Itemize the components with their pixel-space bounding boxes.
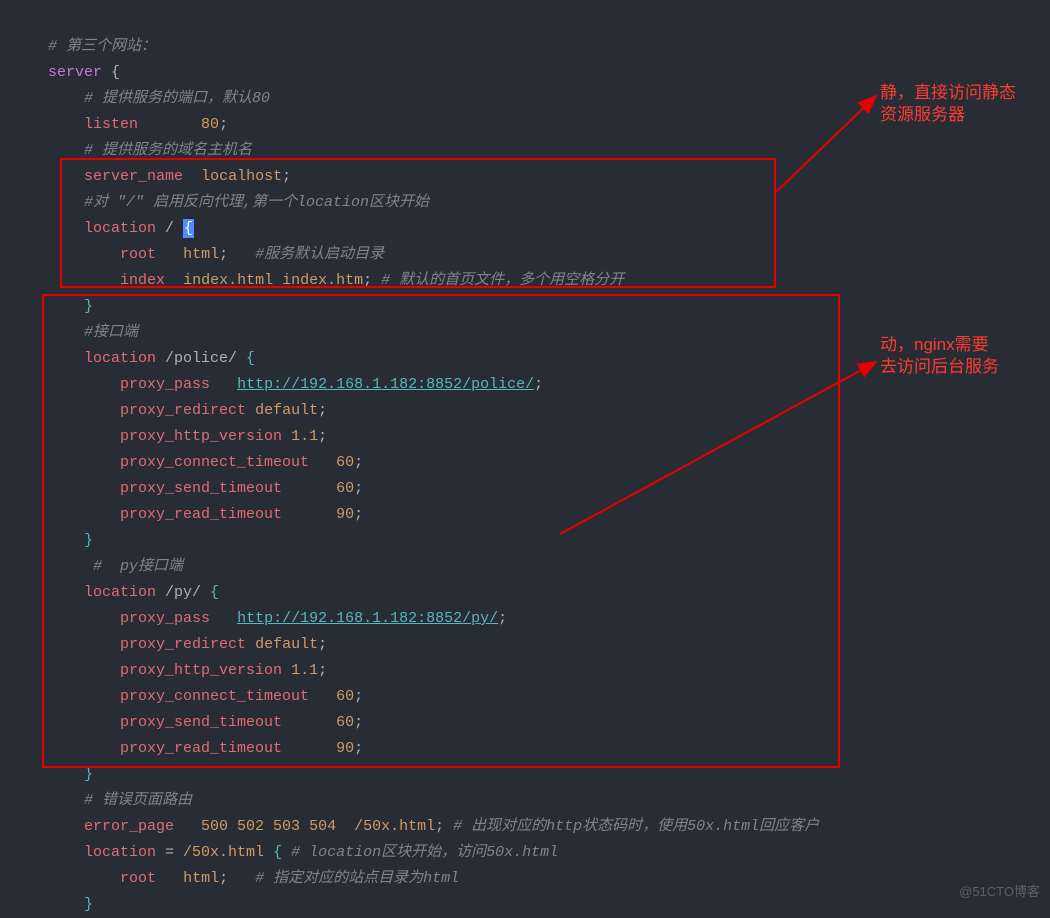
comment: # py接口端 <box>93 558 183 575</box>
nginx-config-code: # 第三个网站： server { # 提供服务的端口，默认80 listen … <box>0 0 819 918</box>
annotation-dynamic: 动，nginx需要去访问后台服务 <box>880 334 999 378</box>
root-directive: root <box>120 246 156 263</box>
server-name-value: localhost <box>201 168 282 185</box>
location-directive: location <box>84 220 156 237</box>
proxy-pass-directive: proxy_pass <box>120 376 210 393</box>
watermark: @51CTO博客 <box>959 879 1040 905</box>
location-directive: location <box>84 350 156 367</box>
comment: # 提供服务的端口，默认80 <box>84 90 270 107</box>
proxy-pass-url: http://192.168.1.182:8852/police/ <box>237 376 534 393</box>
proxy-pass-url: http://192.168.1.182:8852/py/ <box>237 610 498 627</box>
comment: #接口端 <box>84 324 138 341</box>
server-name-directive: server_name <box>84 168 183 185</box>
close-brace: } <box>84 766 93 783</box>
comment: # 提供服务的域名主机名 <box>84 142 252 159</box>
cursor-brace: { <box>183 219 194 238</box>
location-directive: location <box>84 584 156 601</box>
comment: #对 "/" 启用反向代理,第一个location区块开始 <box>84 194 429 211</box>
comment: # 错误页面路由 <box>84 792 192 809</box>
listen-directive: listen <box>84 116 138 133</box>
server-keyword: server <box>48 64 102 81</box>
root-directive: root <box>120 870 156 887</box>
annotation-static: 静，直接访问静态资源服务器 <box>880 82 1016 126</box>
index-directive: index <box>120 272 165 289</box>
location-directive: location <box>84 844 156 861</box>
close-brace: } <box>84 896 93 913</box>
close-brace: } <box>84 298 93 315</box>
proxy-pass-directive: proxy_pass <box>120 610 210 627</box>
listen-port: 80 <box>201 116 219 133</box>
close-brace: } <box>84 532 93 549</box>
error-page-directive: error_page <box>84 818 174 835</box>
comment: # 第三个网站： <box>48 38 156 55</box>
